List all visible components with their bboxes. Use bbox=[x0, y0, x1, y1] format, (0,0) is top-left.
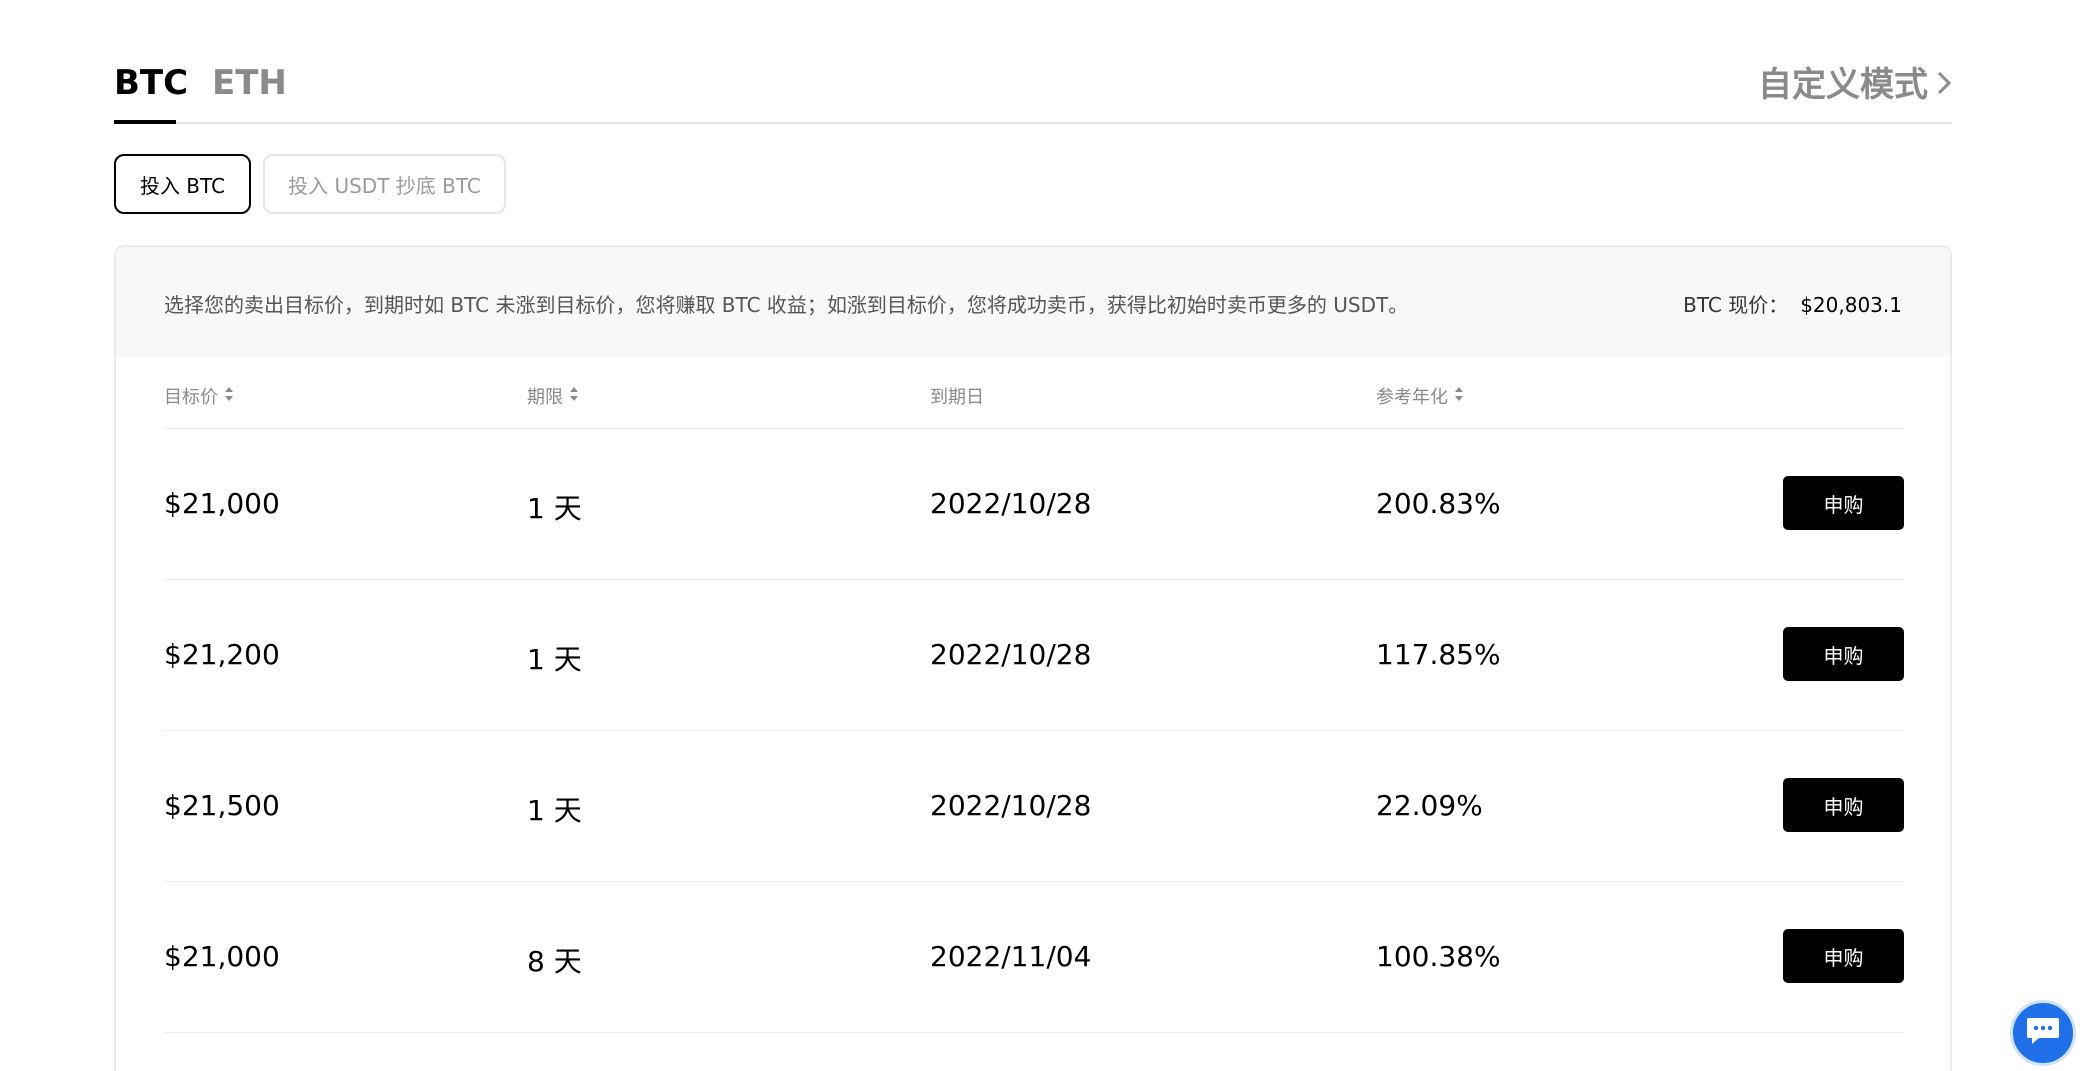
table-header: 目标价 期限 到期日 参考年化 bbox=[164, 357, 1904, 429]
page: BTC ETH 自定义模式 投入 BTC 投入 USDT 抄底 BTC 选择您的… bbox=[0, 0, 2084, 1071]
apy-cell: 117.85% bbox=[1376, 638, 1501, 671]
expiry-cell: 2022/10/28 bbox=[930, 487, 1092, 520]
term-cell: 1 天 bbox=[527, 492, 582, 525]
chevron-right-icon bbox=[1936, 64, 1952, 106]
table-row: $21,000 8 天 2022/11/04 100.38% 申购 bbox=[164, 882, 1904, 1033]
current-price-label: BTC 现价： bbox=[1683, 293, 1789, 317]
table-row: $21,500 1 天 2022/10/28 22.09% 申购 bbox=[164, 731, 1904, 882]
product-card: 选择您的卖出目标价，到期时如 BTC 未涨到目标价，您将赚取 BTC 收益；如涨… bbox=[114, 245, 1952, 1071]
sort-icon bbox=[569, 386, 579, 407]
table-row: $21,000 1 天 2022/10/28 200.83% 申购 bbox=[164, 429, 1904, 580]
term-cell: 1 天 bbox=[527, 643, 582, 676]
target-price-cell: $21,000 bbox=[164, 940, 280, 973]
subscribe-button[interactable]: 申购 bbox=[1783, 627, 1904, 681]
column-header-term[interactable]: 期限 bbox=[527, 383, 579, 409]
expiry-cell: 2022/10/28 bbox=[930, 638, 1092, 671]
products-table: 目标价 期限 到期日 参考年化 $21,000 1 天 2022/10/28 2… bbox=[164, 357, 1904, 1033]
product-description: 选择您的卖出目标价，到期时如 BTC 未涨到目标价，您将赚取 BTC 收益；如涨… bbox=[164, 293, 1409, 317]
subscribe-button[interactable]: 申购 bbox=[1783, 778, 1904, 832]
current-price-value: $20,803.1 bbox=[1800, 293, 1902, 317]
custom-mode-link[interactable]: 自定义模式 bbox=[1758, 64, 1952, 106]
chat-icon bbox=[2025, 1015, 2061, 1051]
apy-cell: 200.83% bbox=[1376, 487, 1501, 520]
sort-icon bbox=[1454, 386, 1464, 407]
target-price-cell: $21,200 bbox=[164, 638, 280, 671]
tab-btc[interactable]: BTC bbox=[114, 62, 188, 104]
apy-cell: 22.09% bbox=[1376, 789, 1483, 822]
column-header-label: 期限 bbox=[527, 387, 563, 408]
custom-mode-label: 自定义模式 bbox=[1758, 65, 1928, 105]
currency-tabs: BTC ETH 自定义模式 bbox=[114, 40, 1952, 124]
subscribe-button[interactable]: 申购 bbox=[1783, 476, 1904, 530]
mode-invest-usdt-button[interactable]: 投入 USDT 抄底 BTC bbox=[263, 154, 506, 214]
expiry-cell: 2022/10/28 bbox=[930, 789, 1092, 822]
column-header-label: 到期日 bbox=[930, 387, 984, 408]
chat-support-button[interactable] bbox=[2010, 1000, 2076, 1066]
apy-cell: 100.38% bbox=[1376, 940, 1501, 973]
mode-invest-btc-button[interactable]: 投入 BTC bbox=[114, 154, 251, 214]
column-header-expiry: 到期日 bbox=[930, 383, 984, 409]
active-tab-underline bbox=[114, 120, 176, 124]
sort-icon bbox=[224, 386, 234, 407]
target-price-cell: $21,500 bbox=[164, 789, 280, 822]
column-header-target-price[interactable]: 目标价 bbox=[164, 383, 234, 409]
column-header-apy[interactable]: 参考年化 bbox=[1376, 383, 1464, 409]
term-cell: 1 天 bbox=[527, 794, 582, 827]
card-header: 选择您的卖出目标价，到期时如 BTC 未涨到目标价，您将赚取 BTC 收益；如涨… bbox=[116, 247, 1950, 357]
column-header-label: 参考年化 bbox=[1376, 387, 1448, 408]
current-price: BTC 现价： $20,803.1 bbox=[1683, 289, 1902, 318]
subscribe-button[interactable]: 申购 bbox=[1783, 929, 1904, 983]
target-price-cell: $21,000 bbox=[164, 487, 280, 520]
table-row: $21,200 1 天 2022/10/28 117.85% 申购 bbox=[164, 580, 1904, 731]
term-cell: 8 天 bbox=[527, 945, 582, 978]
tab-eth[interactable]: ETH bbox=[212, 62, 287, 104]
column-header-label: 目标价 bbox=[164, 387, 218, 408]
expiry-cell: 2022/11/04 bbox=[930, 940, 1092, 973]
